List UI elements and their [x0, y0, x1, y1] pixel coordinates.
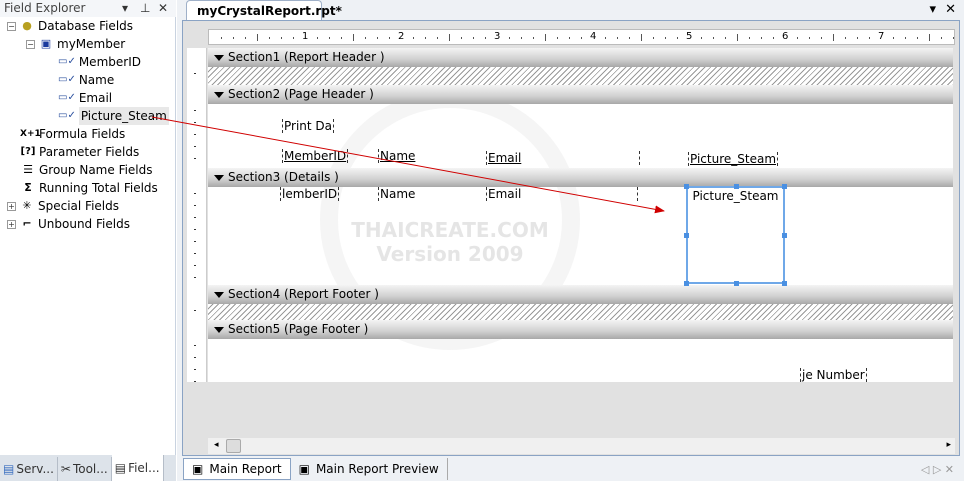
drag-arrow-line [151, 116, 665, 214]
drag-arrow [151, 116, 665, 214]
